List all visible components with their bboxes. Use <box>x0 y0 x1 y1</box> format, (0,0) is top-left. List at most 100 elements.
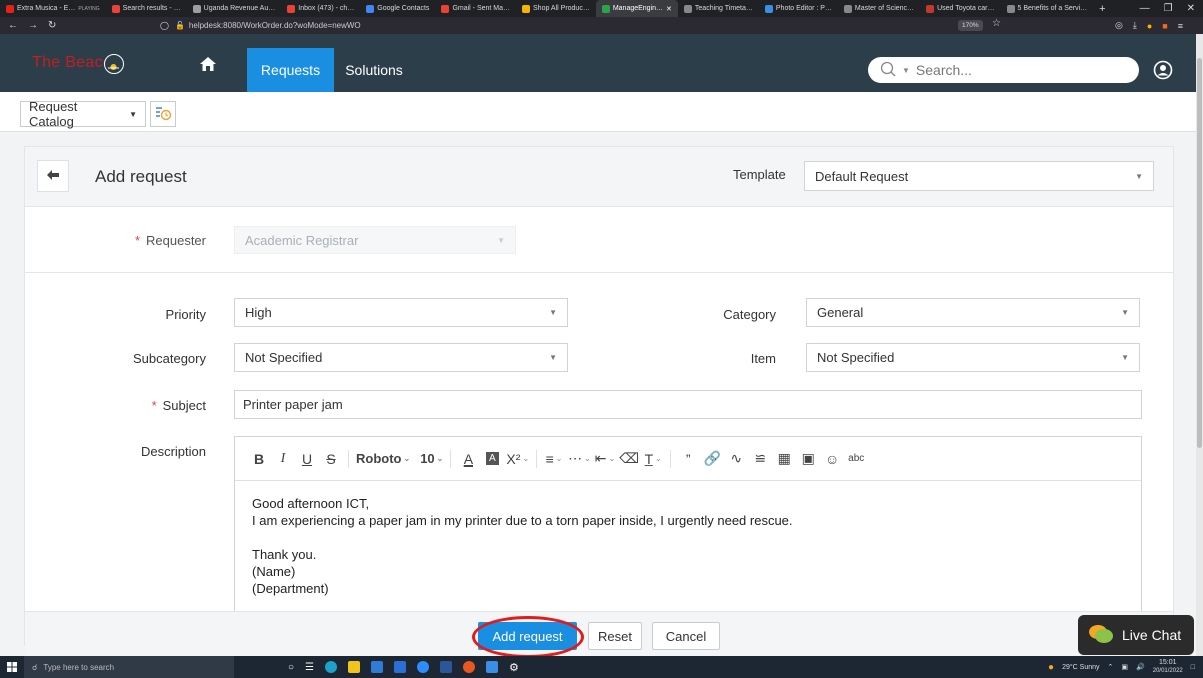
spellcheck-icon[interactable]: abc <box>844 447 868 471</box>
align-icon[interactable]: ≡ ⌄ <box>542 447 566 471</box>
forward-arrow-icon[interactable]: → <box>28 20 38 31</box>
eraser-icon[interactable]: ⌫ <box>617 447 641 471</box>
page-scrollbar[interactable] <box>1196 34 1203 656</box>
menu-icon[interactable]: ≡ <box>1178 21 1183 31</box>
browser-tab[interactable]: ManageEngin… ✕ <box>595 0 678 17</box>
extension-orange-icon[interactable]: ■ <box>1162 21 1167 31</box>
indent-icon[interactable]: ⇤ ⌄ <box>593 447 617 471</box>
firefox-icon[interactable] <box>463 661 476 673</box>
browser-tab[interactable]: Used Toyota car… <box>920 0 1000 17</box>
scrollbar-thumb[interactable] <box>1197 58 1202 448</box>
browser-tab[interactable]: Extra Musica - E… PLAYING <box>0 0 106 17</box>
subject-input[interactable]: Printer paper jam <box>234 390 1142 419</box>
reset-button[interactable]: Reset <box>588 622 642 650</box>
new-tab-button[interactable]: + <box>1093 0 1111 17</box>
clock[interactable]: 15:01 20/01/2022 <box>1153 659 1183 675</box>
tab-playing-label: PLAYING <box>78 5 100 12</box>
request-catalog-dropdown[interactable]: Request Catalog ▼ <box>20 99 146 129</box>
description-line: Good afternoon ICT, <box>252 496 370 511</box>
search-scope-chevron-icon[interactable]: ▼ <box>902 66 910 75</box>
live-chat-button[interactable]: Live Chat <box>1078 615 1194 655</box>
settings-gear-icon[interactable]: ⚙ <box>509 661 519 674</box>
windows-start-icon[interactable] <box>0 662 24 672</box>
bold-button[interactable]: B <box>247 447 271 471</box>
weather-text[interactable]: 29°C Sunny <box>1062 664 1099 671</box>
reload-icon[interactable]: ↻ <box>48 20 56 31</box>
browser-tab[interactable]: Photo Editor : P… <box>759 0 838 17</box>
taskbar-search-input[interactable]: Type here to search <box>43 663 114 672</box>
browser-tab[interactable]: Search results - … <box>106 0 187 17</box>
edge-icon[interactable] <box>325 661 338 673</box>
browser-tab[interactable]: Inbox (473) - ch… <box>281 0 360 17</box>
word-icon[interactable] <box>440 661 453 673</box>
search-input[interactable]: Search... <box>916 62 972 78</box>
browser-tab[interactable]: Master of Scienc… <box>838 0 920 17</box>
file-explorer-icon[interactable] <box>348 661 361 673</box>
download-icon[interactable]: ⤓ <box>1133 20 1137 31</box>
superscript-icon[interactable]: X² ⌄ <box>504 447 531 471</box>
underline-button[interactable]: U <box>295 447 319 471</box>
browser-tab[interactable]: 5 Benefits of a Servi… <box>1001 0 1094 17</box>
emoji-icon[interactable]: ☺ <box>820 447 844 471</box>
browser-tab[interactable]: Gmail - Sent Ma… <box>435 0 516 17</box>
time-text: 15:01 <box>1158 659 1177 666</box>
notifications-icon[interactable]: □ <box>1191 664 1195 671</box>
bullet-list-icon[interactable]: ⋯ ⌄ <box>566 447 593 471</box>
close-icon[interactable]: ✕ <box>1187 3 1195 14</box>
close-tab-icon[interactable]: ✕ <box>666 5 672 13</box>
subcategory-label: Subcategory <box>133 351 206 366</box>
cancel-button[interactable]: Cancel <box>652 622 720 650</box>
back-button[interactable] <box>37 160 69 192</box>
quote-icon[interactable]: ” <box>676 447 700 471</box>
italic-button[interactable]: I <box>271 447 295 471</box>
editor-content[interactable]: Good afternoon ICT, I am experiencing a p… <box>235 481 1141 611</box>
subcategory-select[interactable]: Not Specified ▼ <box>234 343 568 372</box>
task-view-icon[interactable]: ☰ <box>305 662 314 673</box>
image-icon[interactable]: ▣ <box>796 447 820 471</box>
history-clock-button[interactable] <box>150 101 176 127</box>
font-color-icon[interactable]: A <box>456 447 480 471</box>
browser-tab[interactable]: Teaching Timeta… <box>678 0 759 17</box>
chevron-up-icon[interactable]: ⌃ <box>1108 663 1114 671</box>
extension-icon[interactable]: ● <box>1147 21 1152 31</box>
url-text[interactable]: helpdesk:8080/WorkOrder.do?woMode=newWO <box>189 21 361 30</box>
bookmark-star-icon[interactable]: ☆ <box>992 18 1001 29</box>
highlight-color-icon[interactable]: A <box>480 447 504 471</box>
category-select[interactable]: General ▼ <box>806 298 1140 327</box>
photos-icon[interactable] <box>486 661 499 673</box>
taskbar-search[interactable]: ☌ Type here to search <box>24 656 234 678</box>
nav-tab-requests[interactable]: Requests <box>247 48 334 92</box>
requester-select[interactable]: Academic Registrar ▼ <box>234 226 516 254</box>
strikethrough-button[interactable]: S <box>319 447 343 471</box>
horizontal-rule-icon[interactable]: ≌ <box>748 447 772 471</box>
clear-format-icon[interactable]: T̲ ⌄ <box>641 447 665 471</box>
add-request-button[interactable]: Add request <box>478 622 577 650</box>
browser-tab[interactable]: Uganda Revenue Au… <box>187 0 282 17</box>
zoom-app-icon[interactable] <box>417 661 430 673</box>
mail-icon[interactable] <box>394 661 407 673</box>
global-search[interactable]: ▼ Search... <box>868 57 1139 83</box>
font-family-dropdown[interactable]: Roboto ⌄ <box>354 447 412 471</box>
browser-tab[interactable]: Google Contacts <box>360 0 435 17</box>
unlink-icon[interactable]: ∿ <box>724 447 748 471</box>
table-icon[interactable]: ▦ <box>772 447 796 471</box>
maximize-icon[interactable]: ❐ <box>1164 3 1173 14</box>
back-arrow-icon[interactable]: ← <box>8 20 18 31</box>
link-icon[interactable]: 🔗 <box>700 447 724 471</box>
browser-tab[interactable]: Shop All Produc… <box>516 0 596 17</box>
home-icon[interactable] <box>199 55 217 73</box>
item-label: Item <box>750 351 776 366</box>
store-icon[interactable] <box>371 661 384 673</box>
zoom-level[interactable]: 170% <box>958 20 983 31</box>
minimize-icon[interactable]: — <box>1140 3 1150 14</box>
user-avatar-icon[interactable] <box>1153 60 1173 80</box>
font-size-dropdown[interactable]: 10 ⌄ <box>418 447 445 471</box>
network-icon[interactable]: ▣ <box>1121 663 1128 671</box>
pocket-icon[interactable]: ◎ <box>1115 20 1123 31</box>
volume-icon[interactable]: 🔊 <box>1136 663 1145 671</box>
item-select[interactable]: Not Specified ▼ <box>806 343 1140 372</box>
nav-tab-solutions[interactable]: Solutions <box>334 48 414 92</box>
priority-select[interactable]: High ▼ <box>234 298 568 327</box>
template-select[interactable]: Default Request ▼ <box>804 161 1154 191</box>
cortana-icon[interactable]: ○ <box>288 662 294 673</box>
